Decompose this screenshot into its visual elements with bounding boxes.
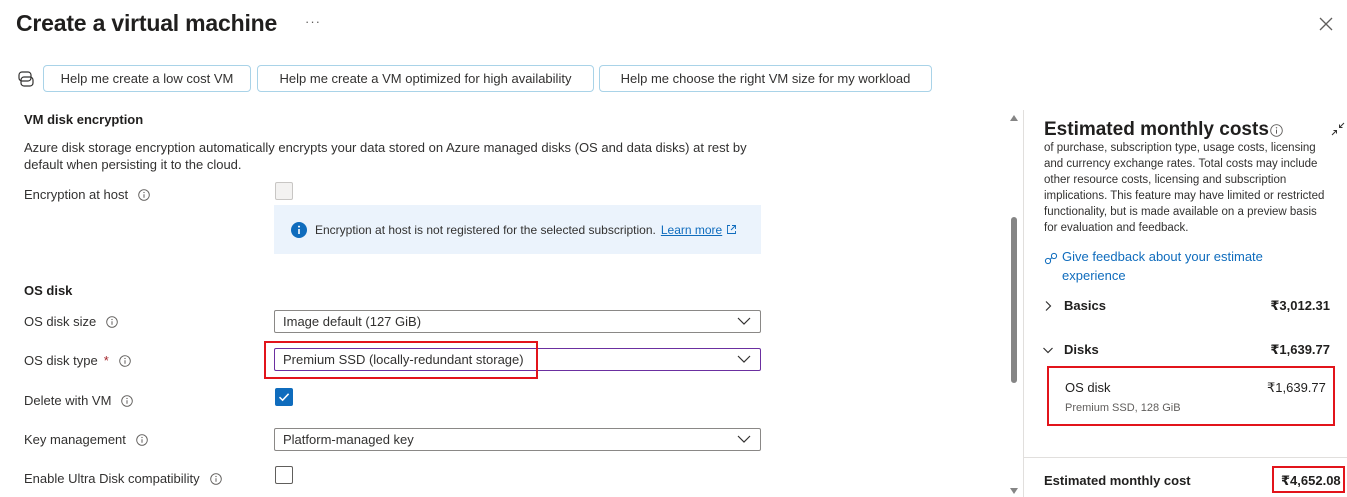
- os-disk-cost-label: OS disk: [1065, 380, 1111, 395]
- encryption-info-text: Encryption at host is not registered for…: [315, 222, 656, 237]
- os-disk-size-text: OS disk size: [24, 314, 97, 329]
- scrollbar-thumb[interactable]: [1011, 217, 1017, 383]
- encryption-info-banner: Encryption at host is not registered for…: [274, 205, 761, 254]
- page-title: Create a virtual machine: [16, 10, 278, 36]
- chevron-down-icon: [1043, 347, 1053, 353]
- close-icon[interactable]: [1316, 14, 1336, 34]
- basics-label: Basics: [1064, 298, 1106, 313]
- feedback-link[interactable]: Give feedback about your estimate experi…: [1062, 247, 1302, 285]
- delete-with-vm-text: Delete with VM: [24, 393, 112, 408]
- helper-high-availability-button[interactable]: Help me create a VM optimized for high a…: [257, 65, 594, 92]
- key-management-value: Platform-managed key: [283, 432, 414, 447]
- copilot-icon: [16, 69, 36, 89]
- delete-with-vm-checkbox[interactable]: [275, 388, 293, 406]
- os-disk-heading: OS disk: [24, 283, 73, 298]
- info-icon[interactable]: [138, 188, 150, 201]
- os-disk-cost-detail: Premium SSD, 128 GiB: [1065, 402, 1181, 414]
- disks-amount: ₹1,639.77: [1270, 341, 1330, 357]
- key-management-dropdown[interactable]: Platform-managed key: [274, 428, 761, 451]
- chevron-down-icon: [737, 355, 751, 363]
- disks-label: Disks: [1064, 342, 1099, 357]
- required-asterisk: *: [103, 353, 109, 368]
- chevron-down-icon: [737, 435, 751, 443]
- os-disk-size-dropdown[interactable]: Image default (127 GiB): [274, 310, 761, 333]
- info-icon[interactable]: [136, 433, 148, 446]
- delete-with-vm-label: Delete with VM: [24, 393, 134, 408]
- key-management-text: Key management: [24, 432, 126, 447]
- os-disk-type-label: OS disk type *: [24, 353, 131, 368]
- cost-divider: [1024, 457, 1347, 458]
- encryption-at-host-label: Encryption at host: [24, 187, 150, 202]
- feedback-link-container[interactable]: Give feedback about your estimate experi…: [1044, 247, 1302, 285]
- total-cost-amount: ₹4,652.08: [1281, 473, 1341, 488]
- os-disk-size-label: OS disk size: [24, 314, 119, 329]
- os-disk-size-value: Image default (127 GiB): [283, 314, 422, 329]
- collapse-icon[interactable]: [1331, 122, 1345, 136]
- os-disk-type-text: OS disk type: [24, 353, 98, 368]
- total-cost-label: Estimated monthly cost: [1044, 473, 1191, 488]
- info-icon[interactable]: [121, 394, 134, 407]
- os-disk-type-dropdown[interactable]: Premium SSD (locally-redundant storage): [274, 348, 761, 371]
- checkmark-icon: [278, 393, 290, 402]
- chevron-down-icon: [737, 317, 751, 325]
- encryption-at-host-checkbox[interactable]: [275, 182, 293, 200]
- basics-amount: ₹3,012.31: [1270, 297, 1330, 313]
- ultra-disk-text: Enable Ultra Disk compatibility: [24, 471, 200, 486]
- more-options-button[interactable]: ···: [305, 14, 321, 29]
- info-icon[interactable]: [106, 315, 119, 328]
- encryption-at-host-text: Encryption at host: [24, 187, 129, 202]
- info-icon[interactable]: [1270, 124, 1283, 137]
- cost-disclaimer: of purchase, subscription type, usage co…: [1044, 142, 1325, 234]
- info-icon[interactable]: [209, 472, 222, 485]
- ultra-disk-label: Enable Ultra Disk compatibility: [24, 471, 222, 486]
- learn-more-link[interactable]: Learn more: [661, 223, 722, 237]
- ultra-disk-checkbox[interactable]: [275, 466, 293, 484]
- feedback-icon: [1044, 252, 1058, 265]
- external-link-icon: [727, 225, 737, 234]
- helper-low-cost-vm-button[interactable]: Help me create a low cost VM: [43, 65, 251, 92]
- scroll-down-arrow-icon[interactable]: [1010, 488, 1018, 494]
- cost-row-basics[interactable]: Basics ₹3,012.31: [1042, 298, 1330, 313]
- helper-vm-size-button[interactable]: Help me choose the right VM size for my …: [599, 65, 932, 92]
- info-filled-icon: [291, 221, 307, 238]
- key-management-label: Key management: [24, 432, 148, 447]
- scroll-up-arrow-icon[interactable]: [1010, 115, 1018, 121]
- os-disk-cost-amount: ₹1,639.77: [1267, 380, 1326, 395]
- encryption-heading: VM disk encryption: [24, 112, 144, 127]
- encryption-description: Azure disk storage encryption automatica…: [24, 140, 747, 172]
- info-icon[interactable]: [119, 354, 131, 367]
- cost-row-disks[interactable]: Disks ₹1,639.77: [1042, 342, 1330, 357]
- chevron-right-icon: [1045, 300, 1052, 311]
- cost-panel: Estimated monthly costs of purchase, sub…: [1023, 110, 1347, 497]
- os-disk-type-value: Premium SSD (locally-redundant storage): [283, 352, 524, 367]
- cost-panel-title: Estimated monthly costs: [1044, 119, 1269, 140]
